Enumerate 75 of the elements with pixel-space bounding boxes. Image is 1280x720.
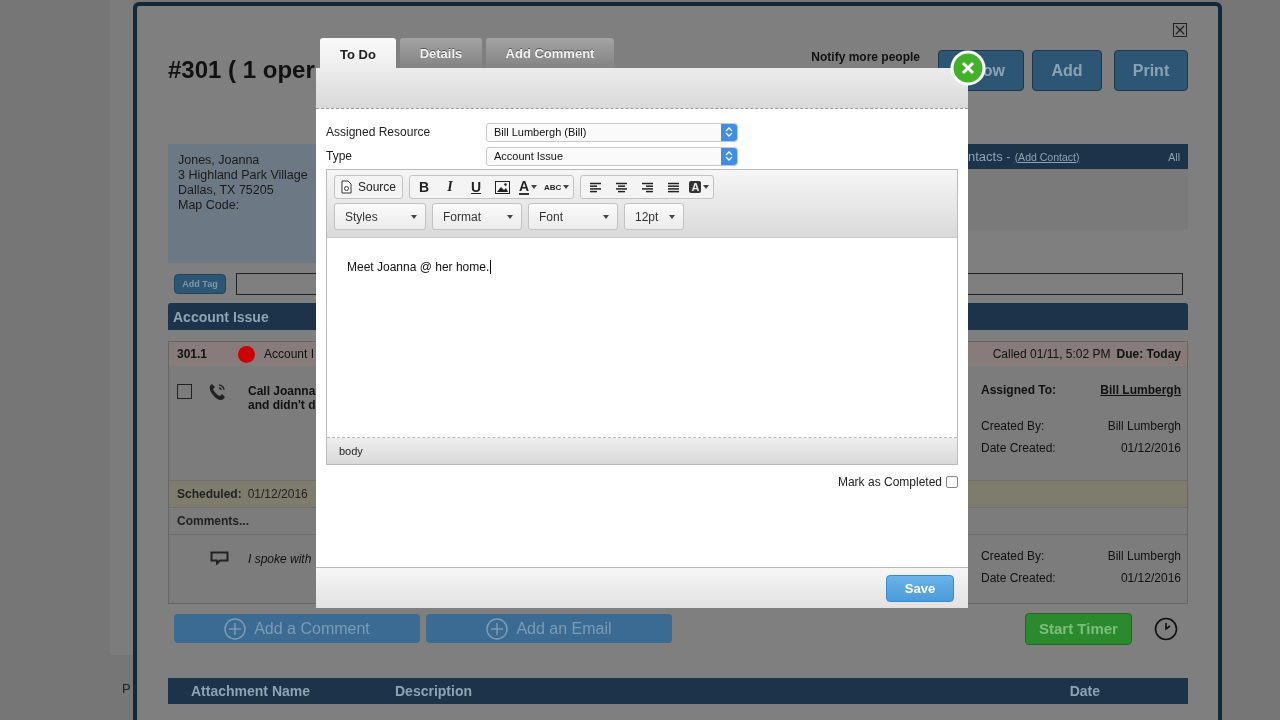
caret-icon <box>531 185 538 189</box>
align-left-icon <box>588 181 602 193</box>
plus-icon <box>486 617 509 640</box>
column-header: Attachment Name <box>191 683 312 699</box>
text-color-button[interactable]: A <box>516 178 541 196</box>
record-title: #301 ( 1 oper <box>168 56 315 84</box>
due-label: Due: Today <box>1116 347 1181 361</box>
address-line: Jones, Joanna <box>178 153 261 168</box>
checkbox-label: Mark as Completed <box>837 475 942 489</box>
editor-text: Meet Joanna @ her home. <box>347 260 490 274</box>
detail-value: Bill Lumbergh <box>1107 549 1181 563</box>
called-time: Called 01/11, 5:02 PM <box>992 347 1111 361</box>
caret-icon <box>563 185 570 189</box>
completed-checkbox[interactable] <box>946 476 958 488</box>
contacts-title: ntacts - <box>968 149 1011 164</box>
spellcheck-button[interactable]: ABC <box>542 178 572 196</box>
caret-icon <box>703 185 710 189</box>
detail-value: 01/12/2016 <box>1119 441 1181 455</box>
comment-icon <box>210 551 229 565</box>
tab[interactable]: To Do <box>320 38 396 70</box>
clock-icon[interactable] <box>1154 616 1178 641</box>
address-line: 3 Highland Park Village <box>178 168 309 183</box>
format-dropdown[interactable]: Font <box>528 203 618 230</box>
format-dropdown[interactable]: Format <box>432 203 522 230</box>
caret-icon <box>603 214 609 219</box>
select-field[interactable]: Account Issue <box>486 146 738 166</box>
caret-icon <box>507 214 513 219</box>
comment-text: I spoke with <box>248 552 312 566</box>
field-label: Assigned Resource <box>326 125 432 139</box>
task-description: and didn't d <box>248 398 317 412</box>
all-link[interactable]: All <box>1168 150 1180 163</box>
stepper-icon <box>721 123 737 141</box>
task-number: 301.1 <box>177 347 209 361</box>
assignee-link[interactable]: Bill Lumbergh <box>1100 383 1181 397</box>
detail-value: Bill Lumbergh <box>1106 419 1181 433</box>
underline-button[interactable]: U <box>464 178 489 196</box>
address-line: Map Code: <box>178 198 241 213</box>
address-line: Dallas, TX 75205 <box>178 183 275 198</box>
assigned-label: Assigned To: <box>981 383 1058 397</box>
status-dot <box>238 345 255 363</box>
task-description: Call Joanna. <box>248 384 319 398</box>
column-header: Date <box>1069 683 1100 699</box>
detail-value: 01/12/2016 <box>1119 571 1181 585</box>
element-path: body <box>339 445 363 457</box>
plus-icon <box>224 617 247 640</box>
page-text: P <box>122 681 131 696</box>
scheduled-label: Scheduled: <box>177 487 242 501</box>
image-icon <box>494 180 510 194</box>
scheduled-date: 01/12/2016 <box>247 487 308 501</box>
format-dropdown[interactable]: 12pt <box>624 203 684 230</box>
task-type: Account I <box>264 347 315 361</box>
task-checkbox[interactable] <box>177 384 192 399</box>
detail-label: Created By: <box>981 419 1046 433</box>
detail-label: Created By: <box>981 549 1046 563</box>
document-icon <box>341 180 352 194</box>
field-label: Type <box>326 149 353 163</box>
add-contact-link[interactable]: (Add Contact) <box>1014 150 1080 163</box>
caret-icon <box>669 214 675 219</box>
align-right-icon <box>640 181 654 193</box>
stepper-icon <box>721 147 737 165</box>
caret-icon <box>411 214 417 219</box>
format-dropdown[interactable]: Styles <box>334 203 426 230</box>
column-header: Description <box>395 683 473 699</box>
detail-label: Date Created: <box>981 441 1057 455</box>
background-color-button[interactable]: A <box>687 178 712 196</box>
comments-label: Comments... <box>177 514 249 528</box>
justify-icon <box>666 181 680 193</box>
bold-button[interactable]: B <box>412 178 437 196</box>
align-center-icon <box>614 181 628 193</box>
italic-button[interactable]: I <box>438 178 463 196</box>
phone-icon <box>208 383 226 401</box>
detail-label: Date Created: <box>981 571 1057 585</box>
notify-link[interactable]: Notify more people <box>811 50 920 64</box>
select-field[interactable]: Bill Lumbergh (Bill) <box>486 122 738 142</box>
section-title: Account Issue <box>173 308 269 325</box>
